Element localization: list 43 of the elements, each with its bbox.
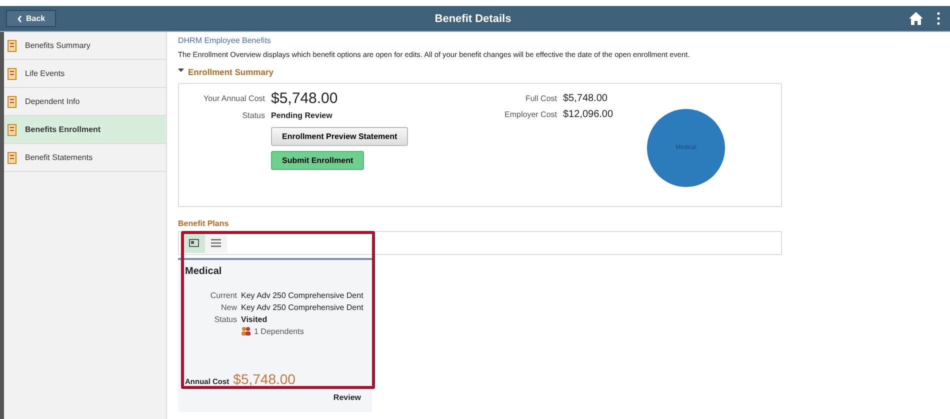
tile-view-button[interactable]: [183, 233, 205, 253]
field-label: New: [220, 303, 237, 312]
sidebar-item[interactable]: Benefit Statements: [4, 144, 166, 172]
sidebar-item[interactable]: Life Events: [4, 60, 166, 88]
document-icon: [7, 152, 17, 164]
section-toggle[interactable]: Enrollment Summary: [178, 67, 950, 77]
sidebar-item[interactable]: Benefits Enrollment: [4, 116, 166, 144]
breadcrumb-link[interactable]: DHRM Employee Benefits: [178, 36, 950, 45]
preview-button[interactable]: Enrollment Preview Statement: [271, 127, 408, 146]
chevron-left-icon: [17, 14, 22, 22]
field-label: Status: [213, 315, 237, 324]
annual-cost: $5,748.00: [271, 90, 338, 107]
field-label: Employer Cost: [504, 110, 557, 118]
caret-icon: [178, 67, 184, 73]
review-link[interactable]: Review: [333, 393, 361, 402]
submit-button[interactable]: Submit Enrollment: [271, 151, 364, 170]
field-label: Status: [241, 110, 265, 120]
field-value: Visited: [241, 315, 268, 324]
card-title: Medical: [185, 266, 223, 277]
people-icon: [241, 327, 251, 336]
field-value: Key Adv 250 Comprehensive Dent: [241, 291, 364, 300]
field-label: Your Annual Cost: [202, 94, 265, 103]
list-icon: [211, 239, 221, 247]
document-icon: [7, 124, 17, 136]
document-icon: [7, 40, 17, 52]
field-label: Full Cost: [524, 94, 557, 102]
page-title: Benefit Details: [434, 12, 512, 24]
section-heading: Benefit Plans: [178, 219, 230, 228]
sidebar-item[interactable]: Benefits Summary: [4, 32, 166, 60]
more-icon[interactable]: [937, 12, 940, 25]
document-icon: [7, 96, 17, 108]
document-icon: [7, 68, 17, 80]
employer-cost: $12,096.00: [563, 108, 614, 120]
field-label: Current: [209, 291, 237, 300]
field-value: Key Adv 250 Comprehensive Dent: [241, 303, 364, 312]
back-button[interactable]: Back: [6, 10, 56, 27]
dependents-count: 1 Dependents: [254, 327, 304, 336]
annual-cost: $5,748.00: [233, 371, 296, 387]
tile-icon: [189, 239, 199, 247]
full-cost: $5,748.00: [563, 92, 608, 104]
list-view-button[interactable]: [205, 233, 227, 253]
home-icon[interactable]: [909, 12, 923, 25]
status-value: Pending Review: [271, 110, 332, 120]
